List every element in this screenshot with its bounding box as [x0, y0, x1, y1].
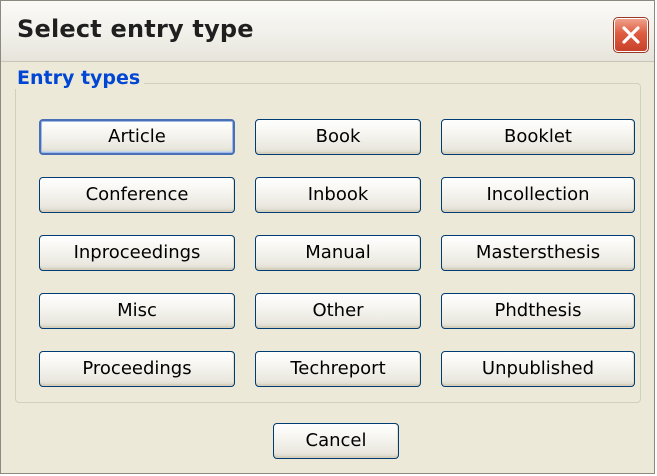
other-button[interactable]: Other [255, 293, 421, 329]
conference-button[interactable]: Conference [39, 177, 235, 213]
inbook-button[interactable]: Inbook [255, 177, 421, 213]
phdthesis-button[interactable]: Phdthesis [441, 293, 635, 329]
entry-types-legend: Entry types [13, 67, 145, 89]
manual-button[interactable]: Manual [255, 235, 421, 271]
booklet-button[interactable]: Booklet [441, 119, 635, 155]
select-entry-type-dialog: Select entry type Entry types Article Bo… [0, 0, 655, 474]
book-button[interactable]: Book [255, 119, 421, 155]
close-icon [622, 26, 640, 44]
incollection-button[interactable]: Incollection [441, 177, 635, 213]
window-title: Select entry type [17, 15, 254, 43]
techreport-button[interactable]: Techreport [255, 351, 421, 387]
article-button[interactable]: Article [39, 119, 235, 155]
close-button[interactable] [613, 17, 649, 53]
inproceedings-button[interactable]: Inproceedings [39, 235, 235, 271]
proceedings-button[interactable]: Proceedings [39, 351, 235, 387]
title-bar[interactable]: Select entry type [1, 1, 654, 62]
misc-button[interactable]: Misc [39, 293, 235, 329]
cancel-button[interactable]: Cancel [273, 423, 399, 459]
unpublished-button[interactable]: Unpublished [441, 351, 635, 387]
mastersthesis-button[interactable]: Mastersthesis [441, 235, 635, 271]
